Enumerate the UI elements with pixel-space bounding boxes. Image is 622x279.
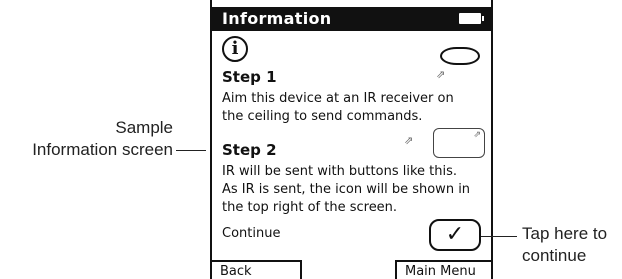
title-bar: Information (212, 7, 491, 31)
callout-right-line2: continue (522, 246, 587, 265)
callout-sample-info: Sample Information screen (0, 117, 173, 161)
main-menu-button[interactable]: Main Menu (395, 260, 493, 279)
callout-left-line1: Sample (115, 118, 173, 137)
callout-left-leader (176, 150, 206, 151)
ir-waves-icon: ⇗ (436, 68, 446, 81)
screen-title: Information (222, 9, 332, 28)
continue-checkmark-button[interactable]: ✓ (429, 219, 481, 251)
checkmark-icon: ✓ (445, 222, 465, 247)
ir-waves-icon: ⇗ (473, 130, 481, 140)
step2-line2: As IR is sent, the icon will be shown in (222, 182, 471, 197)
device-screen: Information i ⇗ Step 1 Aim this device a… (210, 0, 493, 279)
step2-title: Step 2 (222, 141, 277, 159)
callout-left-line2: Information screen (32, 140, 173, 159)
ir-button-icon: ⇗ (433, 128, 485, 158)
callout-right-line1: Tap here to (522, 224, 608, 243)
callout-right-leader (481, 236, 517, 237)
step1-text: Aim this device at an IR receiver on the… (222, 90, 477, 126)
continue-label: Continue (222, 226, 281, 241)
ir-waves-icon: ⇗ (404, 134, 414, 147)
step1-title: Step 1 (222, 68, 277, 86)
step2-line3: the top right of the screen. (222, 200, 398, 215)
battery-icon (459, 13, 484, 24)
step2-line1: IR will be sent with buttons like this. (222, 164, 457, 179)
back-button[interactable]: Back (210, 260, 302, 279)
step1-line2: the ceiling to send commands. (222, 109, 423, 124)
step1-line1: Aim this device at an IR receiver on (222, 91, 454, 106)
callout-tap-continue: Tap here to continue (522, 223, 622, 267)
step2-text: IR will be sent with buttons like this. … (222, 163, 477, 217)
info-icon: i (222, 36, 248, 62)
ir-receiver-icon (440, 47, 480, 65)
